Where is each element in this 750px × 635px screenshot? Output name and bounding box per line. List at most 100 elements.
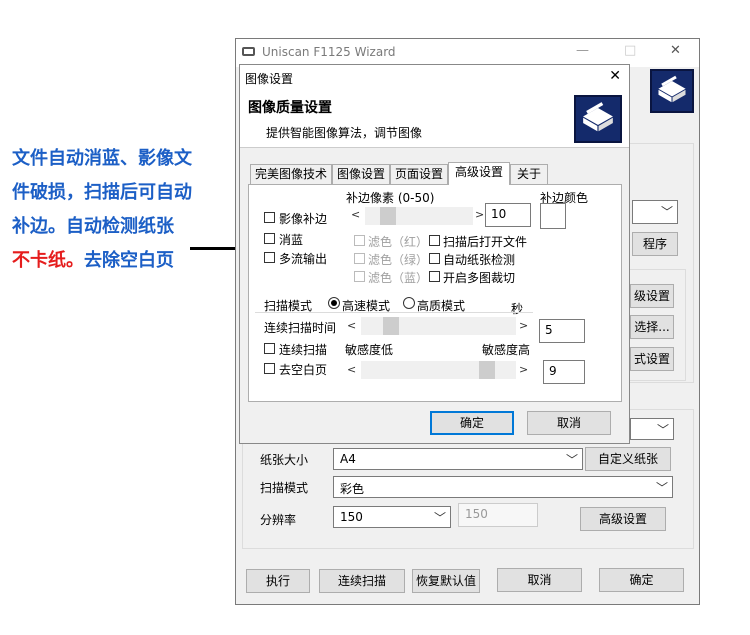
- continuous-scan-button[interactable]: 连续扫描: [319, 569, 405, 593]
- multi-crop-label: 开启多图裁切: [443, 271, 516, 285]
- resolution-custom-input: 150: [458, 503, 538, 527]
- continuous-scan-label: 连续扫描: [279, 343, 328, 357]
- annotation: 文件自动消蓝、影像文 件破损，扫描后可自动 补边。自动检测纸张 不卡纸。去除空白…: [12, 142, 237, 278]
- resolution-value: 150: [340, 510, 363, 524]
- paper-size-label: 纸张大小: [260, 453, 309, 467]
- sensitivity-high-label: 敏感度高: [482, 343, 531, 357]
- continuous-scan-checkbox[interactable]: [264, 343, 275, 354]
- filter-green-label: 滤色（绿）: [368, 253, 429, 267]
- resolution-select[interactable]: 150 ﹀: [333, 506, 451, 528]
- filter-red-label: 滤色（红）: [368, 235, 429, 249]
- filter-blue-checkbox: [354, 271, 365, 282]
- scanner-logo-icon: [650, 69, 694, 113]
- multi-stream-checkbox[interactable]: [264, 252, 275, 263]
- image-fill-checkbox[interactable]: [264, 212, 275, 223]
- wizard-title: Uniscan F1125 Wizard: [262, 45, 396, 59]
- tab-about[interactable]: 关于: [510, 164, 548, 184]
- continuous-time-label: 连续扫描时间: [264, 321, 337, 335]
- continuous-time-right-arrow[interactable]: >: [519, 319, 528, 332]
- right-button-4[interactable]: 式设置: [630, 347, 674, 371]
- auto-paper-detect-checkbox[interactable]: [429, 253, 440, 264]
- restore-defaults-button[interactable]: 恢复默认值: [412, 569, 480, 593]
- custom-paper-button[interactable]: 自定义纸张: [585, 447, 671, 471]
- cancel-button[interactable]: 取消: [497, 568, 582, 592]
- paper-size-value: A4: [340, 452, 356, 466]
- scanner-logo-graphic: [582, 102, 614, 134]
- right-button-3[interactable]: 选择...: [630, 315, 674, 339]
- execute-button[interactable]: 执行: [246, 569, 310, 593]
- sensitivity-input[interactable]: 9: [543, 360, 585, 384]
- fill-pixel-slider-thumb[interactable]: [380, 207, 396, 225]
- chevron-down-icon: ﹀: [655, 481, 668, 495]
- filter-green-checkbox: [354, 253, 365, 264]
- wizard-titlebar: Uniscan F1125 Wizard — □ ✕: [236, 39, 699, 67]
- dialog-header-subtitle: 提供智能图像算法，调节图像: [266, 126, 423, 140]
- sensitivity-slider[interactable]: [361, 361, 516, 379]
- tab-page-settings[interactable]: 页面设置: [390, 164, 448, 184]
- remove-blue-label: 消蓝: [279, 233, 304, 247]
- sensitivity-right-arrow[interactable]: >: [519, 363, 528, 376]
- upper-right-combo[interactable]: ﹀: [630, 418, 674, 440]
- scanner-app-icon: [242, 47, 255, 56]
- scan-mode-value: 彩色: [340, 482, 365, 496]
- resolution-custom-value: 150: [465, 507, 488, 521]
- dialog-header: 图像质量设置 提供智能图像算法，调节图像: [240, 89, 629, 148]
- close-button[interactable]: ✕: [670, 43, 681, 58]
- sensitivity-left-arrow[interactable]: <: [347, 363, 356, 376]
- ok-button[interactable]: 确定: [599, 568, 684, 592]
- tab-advanced-settings[interactable]: 高级设置: [448, 162, 510, 185]
- multi-crop-checkbox[interactable]: [429, 271, 440, 282]
- dialog-ok-button[interactable]: 确定: [430, 411, 514, 435]
- filter-blue-label: 滤色（蓝）: [368, 271, 429, 285]
- dialog-header-title: 图像质量设置: [248, 100, 332, 116]
- dialog-titlebar: 图像设置 ✕: [240, 65, 629, 89]
- advanced-settings-panel: 补边像素 (0-50) 补边颜色 影像补边 < > 10 消蓝 多流输出 滤色（…: [248, 184, 622, 402]
- right-button-2[interactable]: 级设置: [630, 284, 674, 308]
- fill-color-swatch[interactable]: [540, 203, 566, 229]
- scan-mode-select[interactable]: 彩色 ﹀: [333, 476, 673, 498]
- fill-pixel-right-arrow[interactable]: >: [475, 208, 484, 221]
- remove-blue-checkbox[interactable]: [264, 233, 275, 244]
- scan-mode-label: 扫描模式: [260, 481, 309, 495]
- filter-red-checkbox: [354, 235, 365, 246]
- chevron-down-icon: ﹀: [433, 511, 446, 525]
- continuous-time-left-arrow[interactable]: <: [347, 319, 356, 332]
- remove-blank-checkbox[interactable]: [264, 363, 275, 374]
- chevron-down-icon: ﹀: [565, 453, 578, 467]
- paper-size-select[interactable]: A4 ﹀: [333, 448, 583, 470]
- continuous-time-input[interactable]: 5: [539, 319, 585, 343]
- annotation-line-3: 补边。自动检测纸张: [12, 216, 174, 237]
- sensitivity-slider-thumb[interactable]: [479, 361, 495, 379]
- right-combo[interactable]: ﹀: [632, 200, 678, 224]
- continuous-time-slider[interactable]: [361, 317, 516, 335]
- annotation-pointer-line: [190, 247, 235, 250]
- image-settings-dialog: 图像设置 ✕ 图像质量设置 提供智能图像算法，调节图像 完美图像技术 图像设置 …: [239, 64, 630, 444]
- scanner-logo-graphic: [657, 75, 687, 104]
- resolution-label: 分辨率: [260, 513, 297, 527]
- maximize-button[interactable]: □: [624, 43, 636, 58]
- scan-mode-divider: [255, 312, 533, 313]
- multi-stream-label: 多流输出: [279, 252, 328, 266]
- advanced-settings-button[interactable]: 高级设置: [580, 507, 666, 531]
- tab-perfect-image[interactable]: 完美图像技术: [250, 164, 332, 184]
- dialog-cancel-button[interactable]: 取消: [527, 411, 611, 435]
- right-button-1[interactable]: 程序: [632, 232, 678, 256]
- open-after-scan-label: 扫描后打开文件: [443, 235, 528, 249]
- scanner-logo-icon: [574, 95, 622, 143]
- continuous-time-slider-thumb[interactable]: [383, 317, 399, 335]
- auto-paper-detect-label: 自动纸张检测: [443, 253, 516, 267]
- fast-mode-radio[interactable]: [328, 297, 340, 309]
- annotation-line-2: 件破损，扫描后可自动: [12, 182, 192, 203]
- fill-pixel-slider[interactable]: [365, 207, 473, 225]
- sensitivity-low-label: 敏感度低: [345, 343, 394, 357]
- chevron-down-icon: ﹀: [656, 423, 669, 437]
- minimize-button[interactable]: —: [576, 43, 589, 58]
- remove-blank-label: 去空白页: [279, 363, 328, 377]
- dialog-close-button[interactable]: ✕: [609, 68, 621, 84]
- open-after-scan-checkbox[interactable]: [429, 235, 440, 246]
- fill-pixel-left-arrow[interactable]: <: [351, 208, 360, 221]
- quality-mode-radio[interactable]: [403, 297, 415, 309]
- tab-image-settings[interactable]: 图像设置: [332, 164, 390, 184]
- fill-pixel-input[interactable]: 10: [485, 203, 531, 227]
- annotation-line-4-red: 不卡纸。: [12, 250, 84, 271]
